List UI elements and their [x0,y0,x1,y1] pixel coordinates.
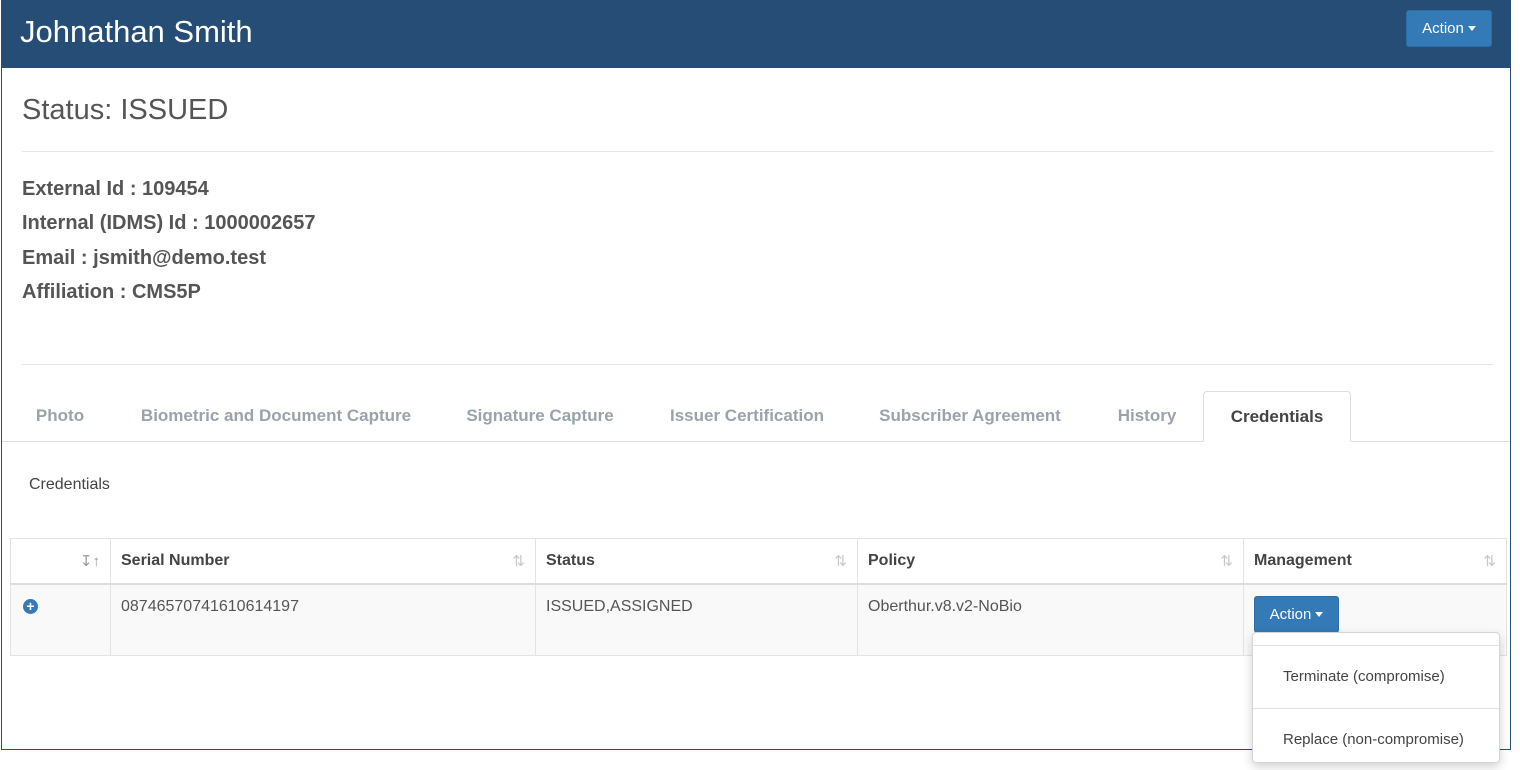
column-header-management[interactable]: Management ⇅ [1243,538,1507,585]
header-action-label: Action [1422,20,1464,37]
status-cell: ISSUED,ASSIGNED [535,583,858,656]
header-bar: Johnathan Smith Action [2,0,1510,68]
plus-circle-icon[interactable]: + [23,599,38,614]
sort-icon: ⇅ [1220,553,1233,570]
internal-id: Internal (IDMS) Id : 1000002657 [22,212,316,234]
tab-signature-capture[interactable]: Signature Capture [454,391,626,441]
row-action-button[interactable]: Action [1254,596,1339,633]
row-action-label: Action [1269,606,1312,623]
column-header-label: Management [1254,552,1352,569]
affiliation: Affiliation : CMS5P [22,281,201,303]
column-header-label: Status [546,552,595,569]
status-heading: Status: ISSUED [22,94,229,126]
expand-cell: + [10,583,111,656]
table-header-row: ↧↑ Serial Number ⇅ Status ⇅ Policy ⇅ Man… [10,538,1507,585]
policy-cell: Oberthur.v8.v2-NoBio [857,583,1244,656]
tab-history[interactable]: History [1104,391,1190,441]
tab-credentials[interactable]: Credentials [1203,391,1351,442]
header-action-button[interactable]: Action [1406,10,1492,47]
menu-item-terminate[interactable]: Terminate (compromise) [1283,668,1445,685]
tab-subscriber-agreement[interactable]: Subscriber Agreement [868,391,1072,441]
sort-icon: ⇅ [512,553,525,570]
serial-number-cell: 08746570741610614197 [110,583,536,656]
menu-divider [1253,645,1499,646]
tab-issuer-certification[interactable]: Issuer Certification [658,391,836,441]
caret-down-icon [1315,612,1324,617]
column-header-policy[interactable]: Policy ⇅ [857,538,1244,585]
column-header-expand[interactable]: ↧↑ [10,538,111,585]
sort-icon: ⇅ [834,553,847,570]
email: Email : jsmith@demo.test [22,247,266,269]
column-header-status[interactable]: Status ⇅ [535,538,858,585]
sort-icon: ⇅ [1483,553,1496,570]
divider [22,151,1494,152]
person-name: Johnathan Smith [20,14,253,49]
column-header-serial[interactable]: Serial Number ⇅ [110,538,536,585]
caret-down-icon [1467,26,1476,31]
menu-item-replace[interactable]: Replace (non-compromise) [1283,731,1464,748]
tab-photo[interactable]: Photo [22,391,98,441]
action-dropdown-menu: Terminate (compromise) Replace (non-comp… [1252,632,1500,763]
external-id: External Id : 109454 [22,178,209,200]
credentials-section-label: Credentials [29,476,110,493]
tab-bar: Photo Biometric and Document Capture Sig… [2,391,1510,442]
column-header-label: Serial Number [121,552,230,569]
divider [22,364,1494,365]
sort-icon: ↧↑ [79,553,100,570]
tab-biometric-document-capture[interactable]: Biometric and Document Capture [130,391,422,441]
column-header-label: Policy [868,552,916,569]
menu-divider [1253,708,1499,709]
